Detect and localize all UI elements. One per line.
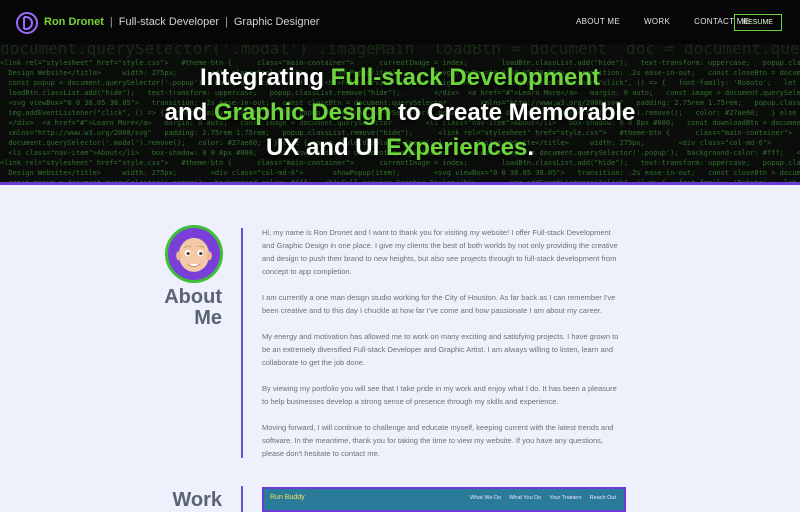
brand-separator: |	[109, 16, 113, 28]
hero-header: document.querySelector('.modal') .imageM…	[0, 0, 800, 185]
headline-text: Integrating	[199, 64, 331, 91]
headline-text: and	[164, 99, 214, 126]
brand-role-designer: Graphic Designer	[233, 16, 320, 28]
about-paragraph: By viewing my portfolio you will see tha…	[262, 384, 617, 406]
nav-work-link[interactable]: WORK	[644, 17, 670, 26]
about-paragraph: My energy and motivation has allowed me …	[262, 332, 619, 367]
work-divider	[241, 486, 243, 512]
work-card-link: Your Trainers	[549, 495, 582, 501]
headline-highlight: Graphic Design	[213, 99, 392, 126]
avatar	[165, 225, 223, 283]
about-heading-line2: Me	[194, 307, 222, 329]
about-text: Hi, my name is Ron Dronet and I want to …	[262, 226, 622, 473]
headline-line3: UX and UI Experiences.	[266, 134, 534, 161]
work-card-link: Reach Out	[589, 495, 616, 501]
headline-highlight: Full-stack Development	[330, 64, 601, 91]
work-card-run-buddy[interactable]: Run Buddy What We Do What You Do Your Tr…	[262, 487, 626, 512]
logo-icon[interactable]	[15, 11, 39, 35]
avatar-memoji-icon	[176, 237, 212, 272]
hero-headline: Integrating Full-stack Development and G…	[0, 60, 800, 165]
top-nav: Ron Dronet | Full-stack Developer | Grap…	[0, 0, 800, 44]
headline-text: .	[527, 134, 535, 161]
about-heading-line1: About	[164, 286, 222, 308]
brand: Ron Dronet | Full-stack Developer | Grap…	[44, 16, 319, 28]
work-card-title: Run Buddy	[270, 494, 305, 501]
headline-line1: Integrating Full-stack Development	[200, 64, 600, 91]
work-card-link: What We Do	[470, 495, 502, 501]
resume-button[interactable]: RESUME	[734, 14, 782, 31]
work-card-links: What We Do What You Do Your Trainers Rea…	[470, 495, 616, 501]
headline-highlight: Experiences	[385, 134, 528, 161]
about-divider	[241, 228, 243, 458]
nav-links: ABOUT ME WORK CONTACT ME	[576, 17, 749, 26]
nav-about-link[interactable]: ABOUT ME	[576, 17, 620, 26]
about-paragraph: Moving forward, I will continue to chall…	[262, 423, 614, 458]
brand-role-developer: Full-stack Developer	[118, 16, 220, 28]
about-paragraph: Hi, my name is Ron Dronet and I want to …	[262, 228, 618, 276]
about-paragraph: I am currently a one man design studio w…	[262, 293, 616, 315]
headline-text: to Create Memorable	[391, 99, 636, 126]
headline-text: UX and UI	[265, 134, 386, 161]
work-heading: Work	[172, 489, 222, 511]
brand-separator: |	[225, 16, 228, 28]
work-card-link: What You Do	[509, 495, 542, 501]
headline-line2: and Graphic Design to Create Memorable	[165, 99, 636, 126]
about-heading: About Me	[150, 287, 222, 329]
brand-name[interactable]: Ron Dronet	[44, 16, 104, 28]
